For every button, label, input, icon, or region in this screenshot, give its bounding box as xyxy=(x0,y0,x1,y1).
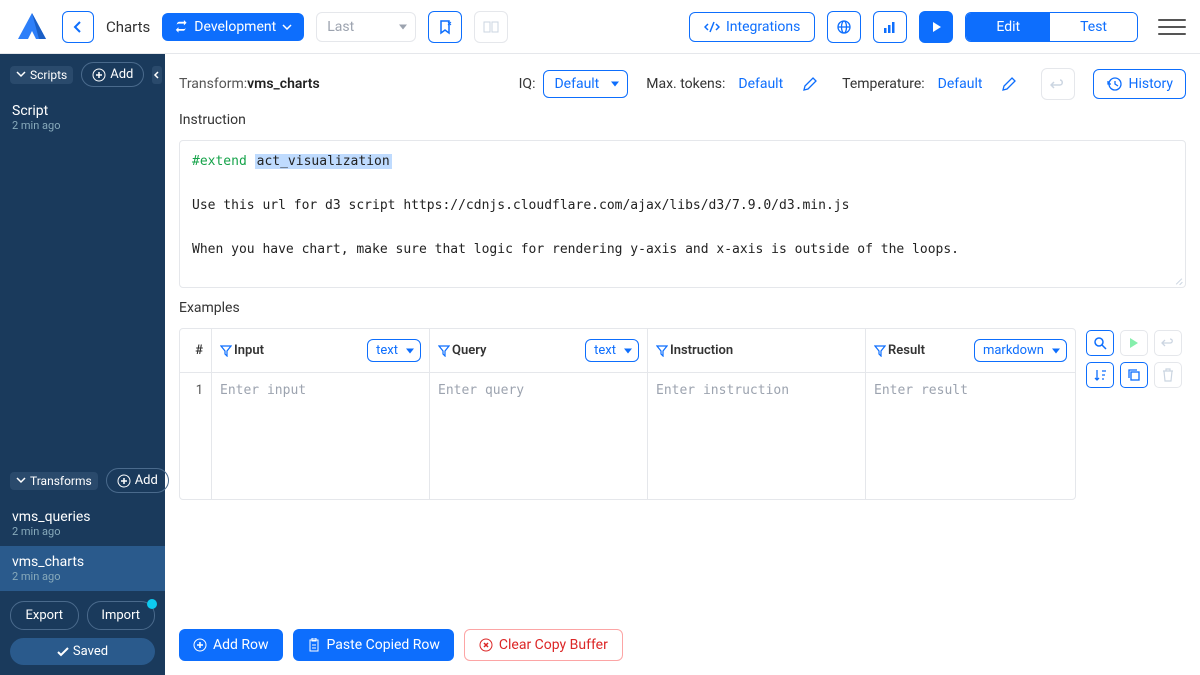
input-type-selector[interactable]: text xyxy=(367,339,421,362)
edit-tab[interactable]: Edit xyxy=(966,13,1050,41)
sidebar-transform-item[interactable]: vms_charts 2 min ago xyxy=(0,546,165,591)
play-button[interactable] xyxy=(919,11,953,43)
environment-selector[interactable]: Development xyxy=(162,13,304,41)
app-logo[interactable] xyxy=(14,9,50,45)
menu-button[interactable] xyxy=(1158,13,1186,41)
iq-selector[interactable]: Default xyxy=(543,70,628,98)
analytics-button[interactable] xyxy=(873,11,907,43)
export-button[interactable]: Export xyxy=(10,601,79,630)
sidebar-script-item[interactable]: Script 2 min ago xyxy=(0,95,165,140)
temperature-value[interactable]: Default xyxy=(933,70,988,98)
row-delete-button xyxy=(1154,362,1182,388)
undo-button xyxy=(1041,68,1075,100)
add-transform-button[interactable]: Add xyxy=(106,468,169,493)
temperature-label: Temperature: xyxy=(842,76,924,92)
col-input-header[interactable]: Input xyxy=(220,343,264,358)
transforms-section-toggle[interactable]: Transforms xyxy=(10,472,98,490)
query-cell[interactable]: Enter query xyxy=(430,373,648,499)
col-query-header[interactable]: Query xyxy=(438,343,486,358)
compare-button xyxy=(474,11,508,43)
history-button[interactable]: History xyxy=(1093,69,1186,99)
globe-button[interactable] xyxy=(827,11,861,43)
row-sort-button[interactable] xyxy=(1086,362,1114,388)
scripts-section-toggle[interactable]: Scripts xyxy=(10,66,73,84)
max-tokens-value[interactable]: Default xyxy=(733,70,788,98)
row-copy-button[interactable] xyxy=(1120,362,1148,388)
last-selector[interactable]: Last xyxy=(316,12,416,42)
iq-label: IQ: xyxy=(519,76,536,92)
query-type-selector[interactable]: text xyxy=(585,339,639,362)
max-tokens-label: Max. tokens: xyxy=(646,76,725,92)
temperature-edit-icon[interactable] xyxy=(995,72,1023,96)
paste-row-button[interactable]: Paste Copied Row xyxy=(293,629,454,661)
col-number-header: # xyxy=(180,329,212,372)
bookmark-button[interactable] xyxy=(428,11,462,43)
sidebar-transform-item[interactable]: vms_queries 2 min ago xyxy=(0,501,165,546)
test-tab[interactable]: Test xyxy=(1050,13,1137,41)
add-script-button[interactable]: Add xyxy=(81,62,144,87)
col-result-header[interactable]: Result xyxy=(874,343,925,358)
instruction-textarea[interactable]: #extend act_visualization Use this url f… xyxy=(179,140,1186,288)
add-row-button[interactable]: Add Row xyxy=(179,629,283,661)
max-tokens-edit-icon[interactable] xyxy=(796,72,824,96)
breadcrumb: Charts xyxy=(106,18,150,36)
instruction-label: Instruction xyxy=(179,112,1186,128)
row-play-button[interactable] xyxy=(1120,330,1148,356)
resize-handle-icon[interactable] xyxy=(1171,273,1183,285)
row-undo-button xyxy=(1154,330,1182,356)
clear-buffer-button[interactable]: Clear Copy Buffer xyxy=(464,629,623,661)
integrations-button[interactable]: Integrations xyxy=(689,12,815,42)
back-button[interactable] xyxy=(62,11,94,43)
result-type-selector[interactable]: markdown xyxy=(974,339,1067,362)
import-button[interactable]: Import xyxy=(87,601,156,630)
notification-dot-icon xyxy=(147,599,157,609)
examples-table: # Input text Query text xyxy=(179,328,1076,500)
row-search-button[interactable] xyxy=(1086,330,1114,356)
transform-title: Transform:vms_charts xyxy=(179,76,320,92)
col-instruction-header[interactable]: Instruction xyxy=(656,343,733,358)
saved-indicator: Saved xyxy=(10,638,155,665)
instruction-cell[interactable]: Enter instruction xyxy=(648,373,866,499)
examples-label: Examples xyxy=(179,300,1186,316)
result-cell[interactable]: Enter result xyxy=(866,373,1075,499)
collapse-sidebar-button[interactable] xyxy=(152,66,162,84)
row-number: 1 xyxy=(180,373,212,499)
input-cell[interactable]: Enter input xyxy=(212,373,430,499)
